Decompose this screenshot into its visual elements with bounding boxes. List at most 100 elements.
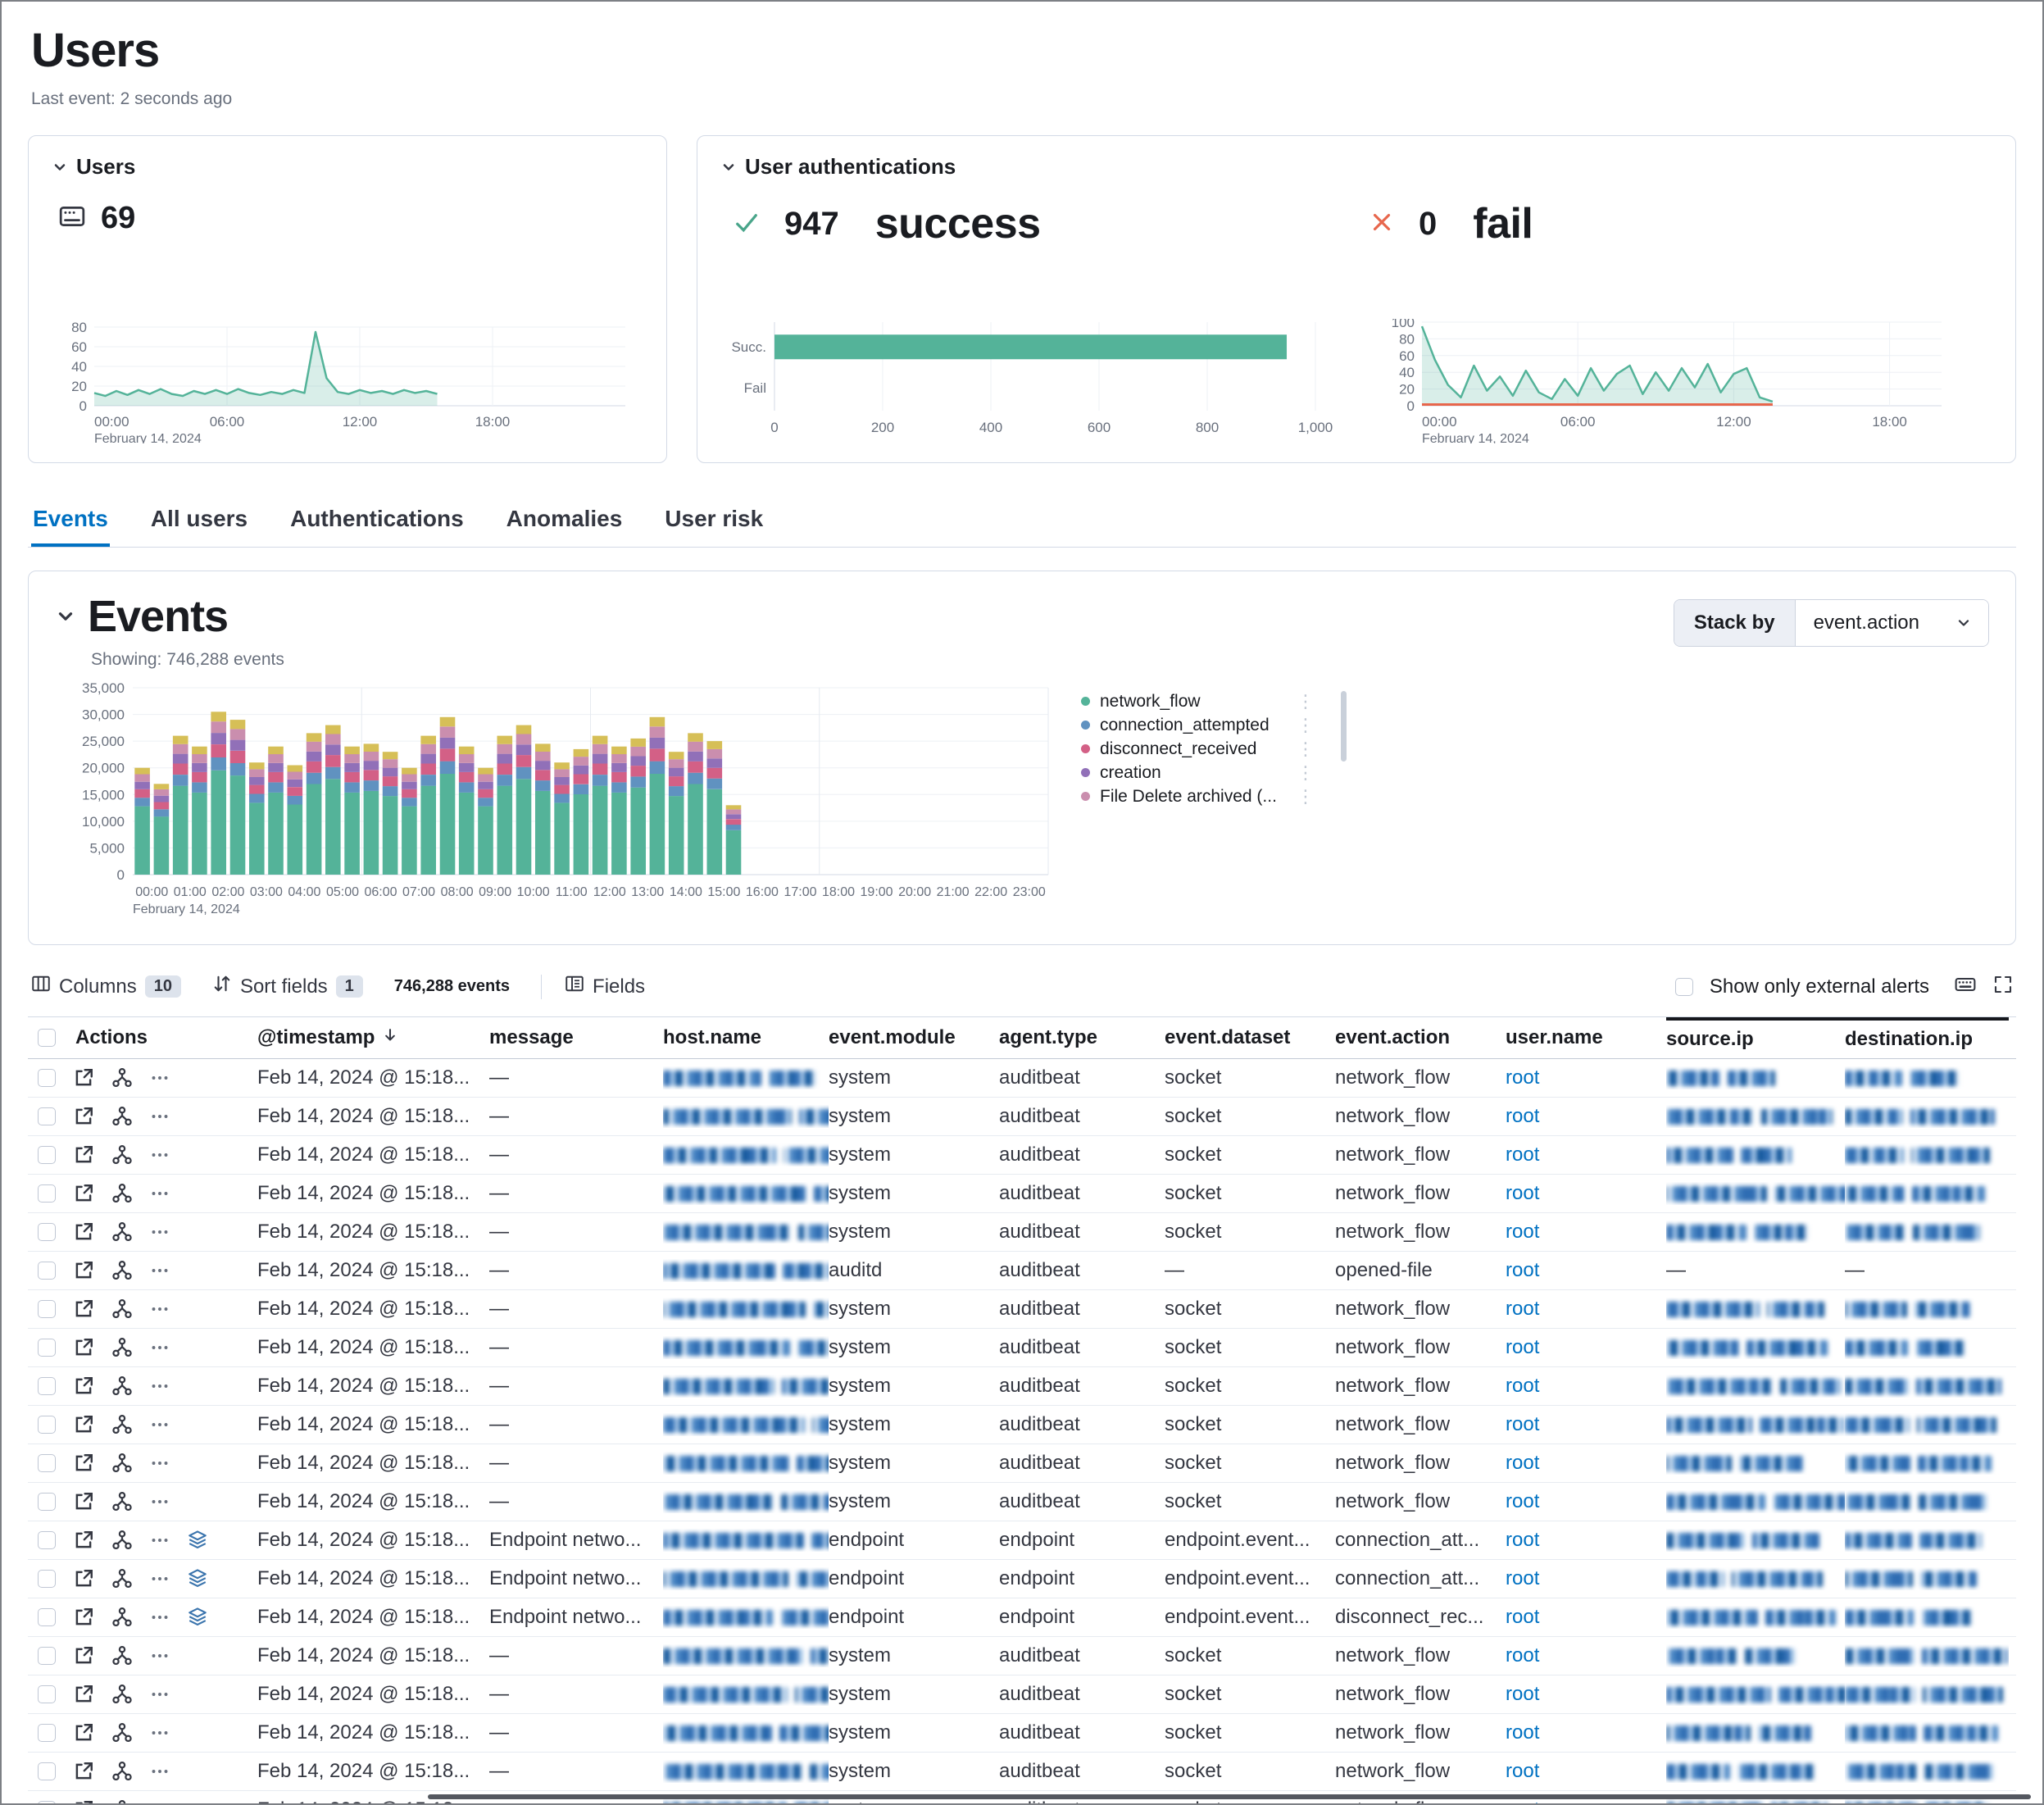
row-checkbox[interactable]	[38, 1762, 56, 1780]
analyze-event-icon[interactable]	[111, 1530, 133, 1551]
column-header-actions[interactable]: Actions	[28, 1017, 257, 1058]
analyze-event-icon[interactable]	[111, 1414, 133, 1435]
row-checkbox[interactable]	[38, 1223, 56, 1241]
column-header-agenttype[interactable]: agent.type	[999, 1017, 1165, 1058]
more-actions-icon[interactable]	[150, 1299, 170, 1319]
user-name-link[interactable]: root	[1506, 1529, 1539, 1551]
more-actions-icon[interactable]	[150, 1376, 170, 1396]
analyze-event-icon[interactable]	[111, 1645, 133, 1666]
more-actions-icon[interactable]	[150, 1107, 170, 1126]
tab-authentications[interactable]: Authentications	[288, 501, 466, 547]
more-actions-icon[interactable]	[150, 1145, 170, 1165]
analyze-event-icon[interactable]	[111, 1684, 133, 1705]
row-checkbox[interactable]	[38, 1570, 56, 1588]
expand-event-icon[interactable]	[73, 1375, 94, 1397]
column-header-eventmodule[interactable]: event.module	[829, 1017, 999, 1058]
more-actions-icon[interactable]	[150, 1261, 170, 1280]
expand-event-icon[interactable]	[73, 1298, 94, 1320]
more-actions-icon[interactable]	[150, 1646, 170, 1666]
analyze-event-icon[interactable]	[111, 1260, 133, 1281]
row-checkbox[interactable]	[38, 1647, 56, 1665]
expand-event-icon[interactable]	[73, 1183, 94, 1204]
user-name-link[interactable]: root	[1506, 1221, 1539, 1243]
row-checkbox[interactable]	[38, 1300, 56, 1318]
user-name-link[interactable]: root	[1506, 1683, 1539, 1705]
legend-options-icon[interactable]: ⋮	[1297, 740, 1315, 758]
column-header-eventaction[interactable]: event.action	[1335, 1017, 1506, 1058]
more-actions-icon[interactable]	[150, 1068, 170, 1088]
column-header-destinationip[interactable]: destination.ip	[1845, 1017, 2009, 1058]
more-actions-icon[interactable]	[150, 1530, 170, 1550]
analyze-event-icon[interactable]	[111, 1722, 133, 1744]
row-checkbox[interactable]	[38, 1531, 56, 1549]
analyze-event-icon[interactable]	[111, 1183, 133, 1204]
analyze-event-icon[interactable]	[111, 1761, 133, 1782]
row-checkbox[interactable]	[38, 1184, 56, 1203]
analyze-event-icon[interactable]	[111, 1375, 133, 1397]
row-checkbox[interactable]	[38, 1339, 56, 1357]
tab-user-risk[interactable]: User risk	[663, 501, 765, 547]
legend-item[interactable]: creation⋮	[1081, 761, 1315, 784]
chevron-down-icon[interactable]	[55, 606, 76, 627]
analyze-event-icon[interactable]	[111, 1607, 133, 1628]
user-name-link[interactable]: root	[1506, 1798, 1539, 1805]
legend-options-icon[interactable]: ⋮	[1297, 788, 1315, 806]
expand-event-icon[interactable]	[73, 1761, 94, 1782]
more-actions-icon[interactable]	[150, 1492, 170, 1512]
expand-event-icon[interactable]	[73, 1260, 94, 1281]
row-checkbox[interactable]	[38, 1262, 56, 1280]
legend-options-icon[interactable]: ⋮	[1297, 812, 1315, 813]
more-actions-icon[interactable]	[150, 1762, 170, 1781]
row-checkbox[interactable]	[38, 1724, 56, 1742]
fullscreen-icon[interactable]	[1993, 975, 2013, 998]
expand-event-icon[interactable]	[73, 1722, 94, 1744]
expand-event-icon[interactable]	[73, 1414, 94, 1435]
columns-button[interactable]: Columns 10	[31, 974, 181, 999]
user-name-link[interactable]: root	[1506, 1413, 1539, 1435]
expand-event-icon[interactable]	[73, 1221, 94, 1243]
analyze-event-icon[interactable]	[111, 1491, 133, 1512]
select-all-checkbox[interactable]	[38, 1029, 56, 1047]
row-checkbox[interactable]	[38, 1069, 56, 1087]
expand-event-icon[interactable]	[73, 1607, 94, 1628]
analyze-event-icon[interactable]	[111, 1067, 133, 1089]
legend-item[interactable]: connection_attempted⋮	[1081, 713, 1315, 737]
legend-item[interactable]: rename⋮	[1081, 808, 1315, 812]
user-name-link[interactable]: root	[1506, 1336, 1539, 1358]
legend-item[interactable]: disconnect_received⋮	[1081, 737, 1315, 761]
legend-options-icon[interactable]: ⋮	[1297, 693, 1315, 711]
row-checkbox[interactable]	[38, 1377, 56, 1395]
more-actions-icon[interactable]	[150, 1723, 170, 1743]
stack-by-select[interactable]: event.action	[1795, 600, 1988, 646]
tab-anomalies[interactable]: Anomalies	[505, 501, 625, 547]
legend-item[interactable]: network_flow⋮	[1081, 689, 1315, 713]
user-name-link[interactable]: root	[1506, 1375, 1539, 1397]
row-checkbox[interactable]	[38, 1608, 56, 1626]
chevron-down-icon[interactable]	[52, 159, 68, 175]
expand-event-icon[interactable]	[73, 1337, 94, 1358]
analyze-event-icon[interactable]	[111, 1799, 133, 1805]
column-header-eventdataset[interactable]: event.dataset	[1165, 1017, 1335, 1058]
expand-event-icon[interactable]	[73, 1106, 94, 1127]
analyze-event-icon[interactable]	[111, 1106, 133, 1127]
row-checkbox[interactable]	[38, 1685, 56, 1703]
tab-events[interactable]: Events	[31, 501, 110, 547]
fields-button[interactable]: Fields	[565, 974, 645, 999]
analyze-event-icon[interactable]	[111, 1298, 133, 1320]
table-horizontal-scrollbar[interactable]	[428, 1794, 2031, 1799]
user-name-link[interactable]: root	[1506, 1143, 1539, 1166]
external-alerts-checkbox[interactable]	[1675, 978, 1693, 996]
expand-event-icon[interactable]	[73, 1684, 94, 1705]
analyze-event-icon[interactable]	[111, 1221, 133, 1243]
user-name-link[interactable]: root	[1506, 1567, 1539, 1589]
more-actions-icon[interactable]	[150, 1415, 170, 1434]
analyze-event-icon[interactable]	[111, 1337, 133, 1358]
legend-options-icon[interactable]: ⋮	[1297, 764, 1315, 782]
more-actions-icon[interactable]	[150, 1800, 170, 1805]
user-name-link[interactable]: root	[1506, 1298, 1539, 1320]
expand-event-icon[interactable]	[73, 1530, 94, 1551]
keyboard-shortcuts-icon[interactable]	[1954, 973, 1977, 1000]
expand-event-icon[interactable]	[73, 1568, 94, 1589]
expand-event-icon[interactable]	[73, 1067, 94, 1089]
expand-event-icon[interactable]	[73, 1491, 94, 1512]
